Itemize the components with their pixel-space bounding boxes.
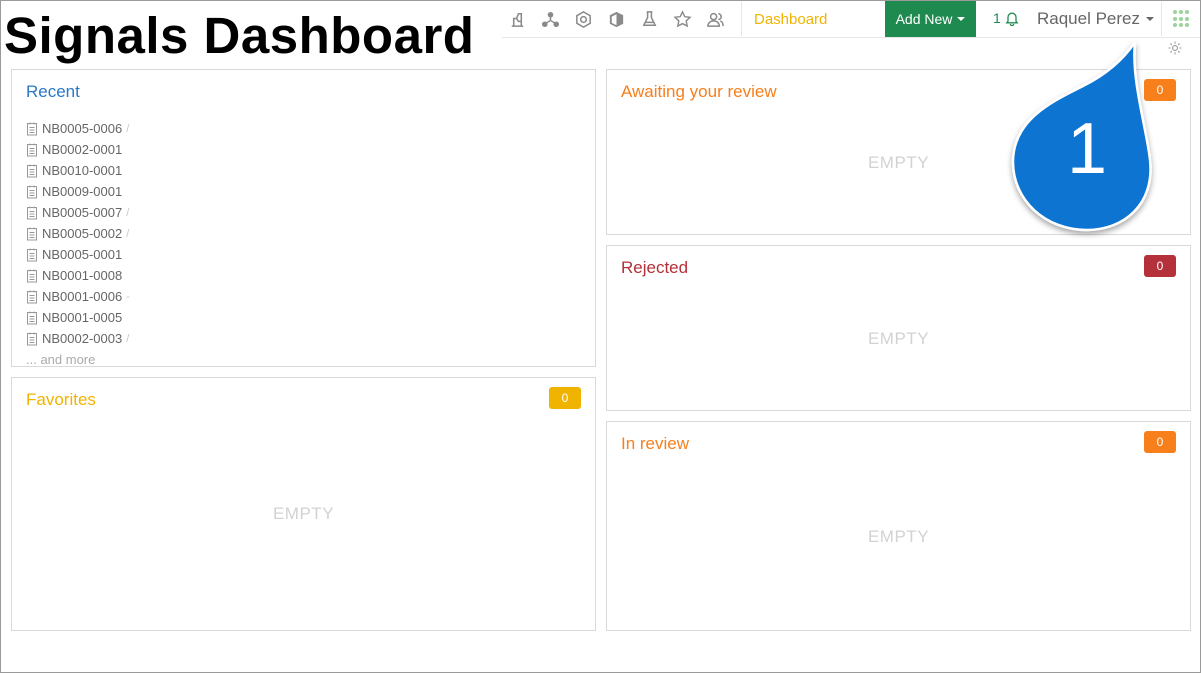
app-launcher-icon[interactable] xyxy=(1173,10,1191,28)
chevron-down-icon xyxy=(1146,17,1155,21)
notebook-icon xyxy=(27,206,37,219)
user-name: Raquel Perez xyxy=(1037,9,1141,28)
flask-stand-icon[interactable] xyxy=(506,8,528,30)
notebook-icon xyxy=(27,227,37,240)
recent-item-label: NB0005-0007 xyxy=(42,205,123,220)
recent-list-item[interactable]: NB0005-0007/ xyxy=(26,202,130,223)
recent-item-trail: / xyxy=(126,122,130,135)
rejected-count-badge: 0 xyxy=(1144,255,1176,277)
recent-item-label: NB0001-0008 xyxy=(42,268,123,283)
nav-separator xyxy=(1161,2,1162,36)
recent-item-label: NB0001-0005 xyxy=(42,310,123,325)
chevron-down-icon xyxy=(957,17,966,21)
recent-list-item[interactable]: NB0001-0008 xyxy=(26,265,130,286)
recent-item-label: NB0010-0001 xyxy=(42,163,123,178)
recent-item-label: NB0002-0003 xyxy=(42,331,123,346)
recent-list-item[interactable]: NB0001-0006- xyxy=(26,286,130,307)
page-title: Signals Dashboard xyxy=(4,7,475,64)
rejected-panel: Rejected 0 EMPTY xyxy=(606,245,1191,411)
recent-panel-title: Recent xyxy=(26,82,80,101)
notification-count: 1 xyxy=(993,10,1001,26)
recent-list-item[interactable]: NB0009-0001 xyxy=(26,181,130,202)
recent-item-label: NB0005-0002 xyxy=(42,226,123,241)
awaiting-review-panel-title: Awaiting your review xyxy=(621,82,777,101)
title-overlay: Signals Dashboard xyxy=(0,0,502,70)
molecule-icon[interactable] xyxy=(539,8,561,30)
recent-item-label: NB0005-0006 xyxy=(42,121,123,136)
notebook-icon xyxy=(27,122,37,135)
favorites-count-badge: 0 xyxy=(549,387,581,409)
notebook-icon xyxy=(27,185,37,198)
notebook-icon xyxy=(27,290,37,303)
notebook-icon xyxy=(27,269,37,282)
gear-icon[interactable] xyxy=(1167,40,1183,56)
nav-icon-group xyxy=(506,6,726,32)
recent-item-label: NB0009-0001 xyxy=(42,184,123,199)
hexagon-icon[interactable] xyxy=(572,8,594,30)
bell-icon xyxy=(1005,12,1019,26)
recent-list-item[interactable]: NB0002-0001 xyxy=(26,139,130,160)
recent-item-trail: / xyxy=(126,206,130,219)
recent-list-item[interactable]: NB0005-0006/ xyxy=(26,118,130,139)
recent-list-item[interactable]: NB0005-0001 xyxy=(26,244,130,265)
favorites-panel-title: Favorites xyxy=(26,390,96,409)
recent-item-trail: - xyxy=(126,290,130,303)
in-review-panel-title: In review xyxy=(621,434,690,453)
callout-number: 1 xyxy=(1066,109,1108,189)
user-menu[interactable]: Raquel Perez xyxy=(1037,9,1155,29)
beaker-icon[interactable] xyxy=(638,8,660,30)
in-review-empty-text: EMPTY xyxy=(867,527,930,546)
recent-item-trail: / xyxy=(126,227,130,240)
notebook-icon xyxy=(27,248,37,261)
star-icon[interactable] xyxy=(671,8,693,30)
more-link[interactable]: ... and more xyxy=(26,352,95,367)
recent-list-item[interactable]: NB0001-0005 xyxy=(26,307,130,328)
rejected-panel-title: Rejected xyxy=(621,258,689,277)
add-new-button[interactable]: Add New xyxy=(885,1,976,37)
recent-list: NB0005-0006/NB0002-0001 NB0010-0001 NB0009… xyxy=(26,118,130,349)
recent-list-item[interactable]: NB0005-0002/ xyxy=(26,223,130,244)
recent-panel: Recent NB0005-0006/NB0002-0001 NB0010-000… xyxy=(11,69,596,367)
recent-item-label: NB0001-0006 xyxy=(42,289,123,304)
favorites-panel: Favorites 0 EMPTY xyxy=(11,377,596,631)
add-new-label: Add New xyxy=(895,11,953,27)
notebook-icon xyxy=(27,332,37,345)
recent-item-label: NB0005-0001 xyxy=(42,247,123,262)
notebook-icon xyxy=(27,311,37,324)
recent-list-item[interactable]: NB0002-0003/ xyxy=(26,328,130,349)
in-review-panel: In review 0 EMPTY xyxy=(606,421,1191,631)
recent-item-trail: / xyxy=(126,332,130,345)
notebook-icon xyxy=(27,164,37,177)
cube-icon[interactable] xyxy=(605,8,627,30)
in-review-count-badge: 0 xyxy=(1144,431,1176,453)
rejected-empty-text: EMPTY xyxy=(867,329,930,348)
notifications-button[interactable]: 1 xyxy=(993,10,1020,26)
recent-item-label: NB0002-0001 xyxy=(42,142,123,157)
users-icon[interactable] xyxy=(704,8,726,30)
nav-dashboard-link[interactable]: Dashboard xyxy=(754,11,827,28)
nav-separator xyxy=(741,2,742,36)
favorites-empty-text: EMPTY xyxy=(272,504,335,523)
notebook-icon xyxy=(27,143,37,156)
recent-list-item[interactable]: NB0010-0001 xyxy=(26,160,130,181)
